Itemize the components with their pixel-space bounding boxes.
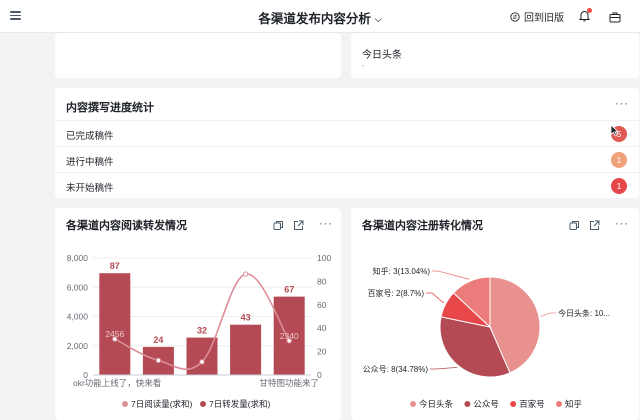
pie-slice-label: 公众号: 8(34.78%) [363, 365, 429, 374]
right-axis-tick-label: 100 [317, 253, 331, 263]
left-axis-tick-label: 2,000 [67, 341, 89, 351]
progress-row-label: 已完成稿件 [66, 131, 114, 142]
bar-value-label: 67 [284, 285, 294, 295]
progress-title: 内容撰写进度统计 [66, 102, 154, 114]
chevron-down-icon: ⌵ [374, 14, 382, 24]
legend-marker [556, 401, 562, 407]
legend-label: 7日阅读量(求和) [131, 399, 193, 409]
legend-label: 7日转发量(求和) [209, 399, 271, 409]
legend-marker [200, 401, 206, 407]
left-axis-tick-label: 4,000 [67, 312, 89, 322]
top-bar: 各渠道发布内容分析 ⌵ 回到旧版 [0, 0, 640, 33]
progress-count-badge: 1 [611, 152, 627, 168]
toutiao-label: 今日头条 [362, 50, 402, 61]
registration-pie-chart: 今日头条: 10... 公众号: 8(34.78%) 百家号: 2(8.7%) 知乎:… [363, 266, 610, 409]
right-axis-tick-label: 60 [317, 300, 327, 310]
progress-count-badge: 1 [611, 178, 627, 194]
legend-marker [122, 401, 128, 407]
toolbox-button[interactable] [609, 10, 621, 28]
read-forward-chart-card: 各渠道内容阅读转发情况 ··· 0 2,000 4,000 6,000 8,000 0 20… [55, 208, 341, 420]
right-axis-tick-label: 20 [317, 347, 327, 357]
progress-row[interactable]: 未开始稿件 1 [55, 172, 639, 198]
pie-leader-line [426, 292, 445, 304]
read-series-point [155, 357, 162, 364]
legend-marker [410, 401, 416, 407]
legend-marker [510, 401, 517, 407]
progress-more-button[interactable]: ··· [615, 96, 629, 110]
registration-chart-card: 各渠道内容注册转化情况 ··· 今日头条: 10... 公众号: 8(34.78%… [351, 208, 639, 420]
notification-bell[interactable] [578, 8, 592, 27]
bar [230, 324, 262, 375]
pie-slice-label: 百家号: 2(8.7%) [368, 288, 425, 298]
read-series-point [199, 359, 205, 365]
swap-icon [510, 11, 520, 22]
legend-label: 百家号 [519, 399, 545, 409]
old-version-label: 回到旧版 [524, 13, 564, 24]
toutiao-card: 今日头条 - [351, 33, 639, 78]
bar-value-label: 24 [153, 335, 163, 345]
legend-label: 知乎 [565, 399, 583, 409]
read-forward-chart: 02,0004,0006,0008,0000204060801008724324… [67, 253, 332, 409]
toutiao-value: - [362, 61, 365, 70]
right-axis-tick-label: 80 [317, 276, 327, 286]
legend-label: 公众号 [473, 399, 499, 409]
progress-row-label: 进行中稿件 [66, 157, 114, 168]
progress-row-label: 未开始稿件 [66, 183, 114, 194]
read-value-label: 2340 [280, 331, 299, 341]
bar-value-label: 87 [110, 261, 120, 271]
pie-leader-line [540, 312, 556, 317]
progress-row[interactable]: 进行中稿件 1 [55, 146, 639, 172]
x-axis-tick-label: okr功能上线了，快来看 [73, 378, 161, 388]
bar-value-label: 32 [197, 326, 207, 336]
page-title-text: 各渠道发布内容分析 [258, 12, 371, 26]
bar [99, 273, 131, 375]
x-axis-tick-label: 甘特图功能来了 [259, 378, 319, 388]
pie-slice-label: 今日头条: 10... [558, 308, 610, 318]
right-axis-tick-label: 40 [317, 323, 327, 333]
read-value-label: 2456 [105, 329, 124, 339]
toolbox-icon [609, 12, 621, 23]
pie-leader-line [432, 270, 470, 280]
legend-marker [464, 401, 471, 407]
pie-leader-line [430, 366, 458, 370]
left-axis-tick-label: 6,000 [67, 282, 89, 292]
legend-label: 今日头条 [419, 399, 454, 409]
pie-slice-label: 知乎: 3(13.04%) [373, 266, 431, 276]
cursor-icon [610, 124, 619, 137]
mouse-cursor [610, 124, 619, 142]
bar-value-label: 43 [241, 313, 251, 323]
read-series-point [242, 271, 249, 277]
notification-dot [587, 8, 592, 13]
left-axis-tick-label: 8,000 [67, 253, 89, 263]
back-to-old-version-button[interactable]: 回到旧版 [510, 9, 564, 24]
progress-card: 内容撰写进度统计 ··· 已完成稿件 5 进行中稿件 1 未开始稿件 1 [55, 88, 639, 198]
top-left-card [55, 33, 341, 78]
progress-row[interactable]: 已完成稿件 5 [55, 120, 639, 146]
